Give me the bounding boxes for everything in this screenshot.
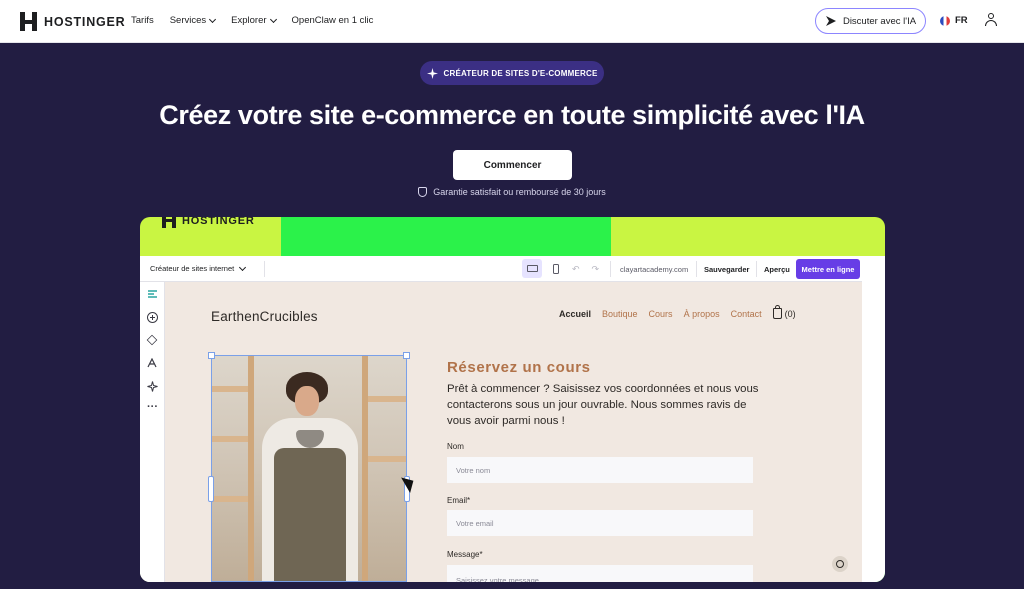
publish-button[interactable]: Mettre en ligne	[796, 259, 860, 279]
chevron-down-icon	[209, 15, 217, 23]
nav-link-label: Tarifs	[131, 15, 154, 26]
layers-icon[interactable]	[146, 334, 158, 346]
main-nav: Tarifs Services Explorer OpenClaw en 1 c…	[131, 15, 389, 26]
preview-brand: HOSTINGER	[162, 217, 255, 228]
styles-icon[interactable]	[147, 357, 158, 369]
message-input[interactable]: Saisissez votre message	[447, 565, 753, 582]
hostinger-logo-icon	[162, 217, 176, 228]
shelf	[212, 386, 252, 392]
decorative-green-block	[281, 217, 611, 257]
shelf-post	[248, 356, 254, 581]
shelf	[212, 496, 252, 502]
ecommerce-builder-badge: CRÉATEUR DE SITES D'E-COMMERCE	[420, 61, 604, 85]
ai-sparkle-icon	[825, 16, 836, 26]
user-account-icon[interactable]	[985, 13, 997, 27]
ai-assistant-icon[interactable]	[147, 288, 158, 299]
editor-sidebar: ···	[140, 282, 165, 582]
desktop-view-button[interactable]	[522, 259, 542, 278]
brand-wordmark: HOSTINGER	[44, 14, 126, 29]
person-face	[295, 386, 319, 416]
email-input[interactable]: Votre email	[447, 510, 753, 536]
toolbar-divider	[696, 261, 697, 277]
chat-with-ai-button[interactable]: Discuter avec l'IA	[815, 8, 926, 34]
form-description: Prêt à commencer ? Saisissez vos coordon…	[447, 383, 759, 427]
preview-brand-wordmark: HOSTINGER	[182, 217, 255, 227]
language-label: FR	[955, 15, 968, 26]
money-back-guarantee: Garantie satisfait ou remboursé de 30 jo…	[0, 187, 1024, 197]
site-logo[interactable]: EarthenCrucibles	[211, 309, 318, 324]
phone-icon	[553, 263, 559, 274]
site-domain[interactable]: clayartacademy.com	[620, 265, 688, 274]
form-title: Réservez un cours	[447, 359, 591, 376]
redo-icon[interactable]: ↷	[592, 264, 600, 275]
more-options-icon[interactable]: ···	[147, 402, 158, 413]
resize-handle[interactable]	[208, 352, 215, 359]
help-button[interactable]	[832, 556, 848, 572]
message-label: Message*	[447, 550, 483, 559]
nav-link-tarifs[interactable]: Tarifs	[131, 15, 154, 26]
nav-link-openclaw[interactable]: OpenClaw en 1 clic	[292, 15, 374, 26]
site-nav: Accueil Boutique Cours À propos Contact …	[559, 305, 796, 319]
save-button[interactable]: Sauvegarder	[704, 265, 749, 274]
site-nav-boutique[interactable]: Boutique	[602, 309, 638, 319]
chevron-down-icon	[239, 263, 247, 271]
nav-link-label: OpenClaw en 1 clic	[291, 15, 374, 26]
person-apron	[274, 448, 346, 581]
undo-redo: ↶ ↷	[572, 264, 599, 275]
shopping-bag-icon	[772, 305, 782, 319]
shield-icon	[418, 187, 428, 197]
help-icon	[836, 560, 844, 568]
language-selector[interactable]: FR	[940, 15, 968, 26]
top-navigation: HOSTINGER Tarifs Services Explorer OpenC…	[0, 0, 1024, 43]
builder-select-label: Créateur de sites internet	[150, 264, 235, 273]
undo-icon[interactable]: ↶	[572, 264, 580, 275]
shelf-post	[362, 356, 368, 581]
chat-with-ai-label: Discuter avec l'IA	[842, 15, 917, 27]
name-input[interactable]: Votre nom	[447, 457, 753, 483]
mobile-view-button[interactable]	[546, 259, 566, 278]
toolbar-divider	[264, 261, 265, 277]
ai-tools-icon[interactable]	[147, 381, 158, 392]
site-nav-contact[interactable]: Contact	[731, 309, 762, 319]
resize-handle[interactable]	[403, 352, 410, 359]
hostinger-logo-icon	[20, 12, 37, 31]
cart-count: (0)	[784, 308, 796, 319]
email-label: Email*	[447, 496, 471, 505]
name-label: Nom	[447, 442, 464, 451]
editor-toolbar: Créateur de sites internet ↶ ↷ clayartac…	[140, 256, 862, 282]
badge-label: CRÉATEUR DE SITES D'E-COMMERCE	[443, 68, 598, 78]
start-button[interactable]: Commencer	[453, 150, 572, 180]
nav-link-services[interactable]: Services	[169, 15, 217, 26]
shelf	[212, 436, 252, 442]
site-nav-a-propos[interactable]: À propos	[684, 309, 720, 319]
preview-button[interactable]: Aperçu	[764, 265, 790, 274]
sparkle-icon	[426, 67, 438, 79]
resize-handle[interactable]	[208, 476, 214, 502]
cart-button[interactable]: (0)	[772, 305, 796, 319]
builder-preview: HOSTINGER Créateur de sites internet ↶ ↷…	[140, 217, 885, 582]
chevron-down-icon	[269, 15, 277, 23]
site-canvas: EarthenCrucibles Accueil Boutique Cours …	[165, 282, 862, 582]
french-flag-icon	[940, 15, 950, 26]
builder-select[interactable]: Créateur de sites internet	[150, 263, 247, 273]
toolbar-divider	[756, 261, 757, 277]
potter-photo[interactable]	[211, 355, 407, 582]
shelf	[362, 456, 406, 462]
nav-link-label: Services	[169, 15, 207, 26]
hero-title: Créez votre site e-commerce en toute sim…	[159, 100, 865, 130]
nav-link-label: Explorer	[231, 15, 267, 26]
brand-logo[interactable]: HOSTINGER	[20, 12, 126, 31]
toolbar-divider	[610, 261, 611, 277]
add-section-icon[interactable]	[147, 312, 158, 323]
site-nav-cours[interactable]: Cours	[649, 309, 673, 319]
site-nav-accueil[interactable]: Accueil	[559, 309, 591, 319]
nav-link-explorer[interactable]: Explorer	[231, 15, 277, 26]
device-switcher	[522, 259, 566, 278]
guarantee-text: Garantie satisfait ou remboursé de 30 jo…	[433, 187, 606, 197]
shelf	[362, 396, 406, 402]
laptop-icon	[526, 265, 538, 272]
website-editor: Créateur de sites internet ↶ ↷ clayartac…	[140, 256, 885, 582]
